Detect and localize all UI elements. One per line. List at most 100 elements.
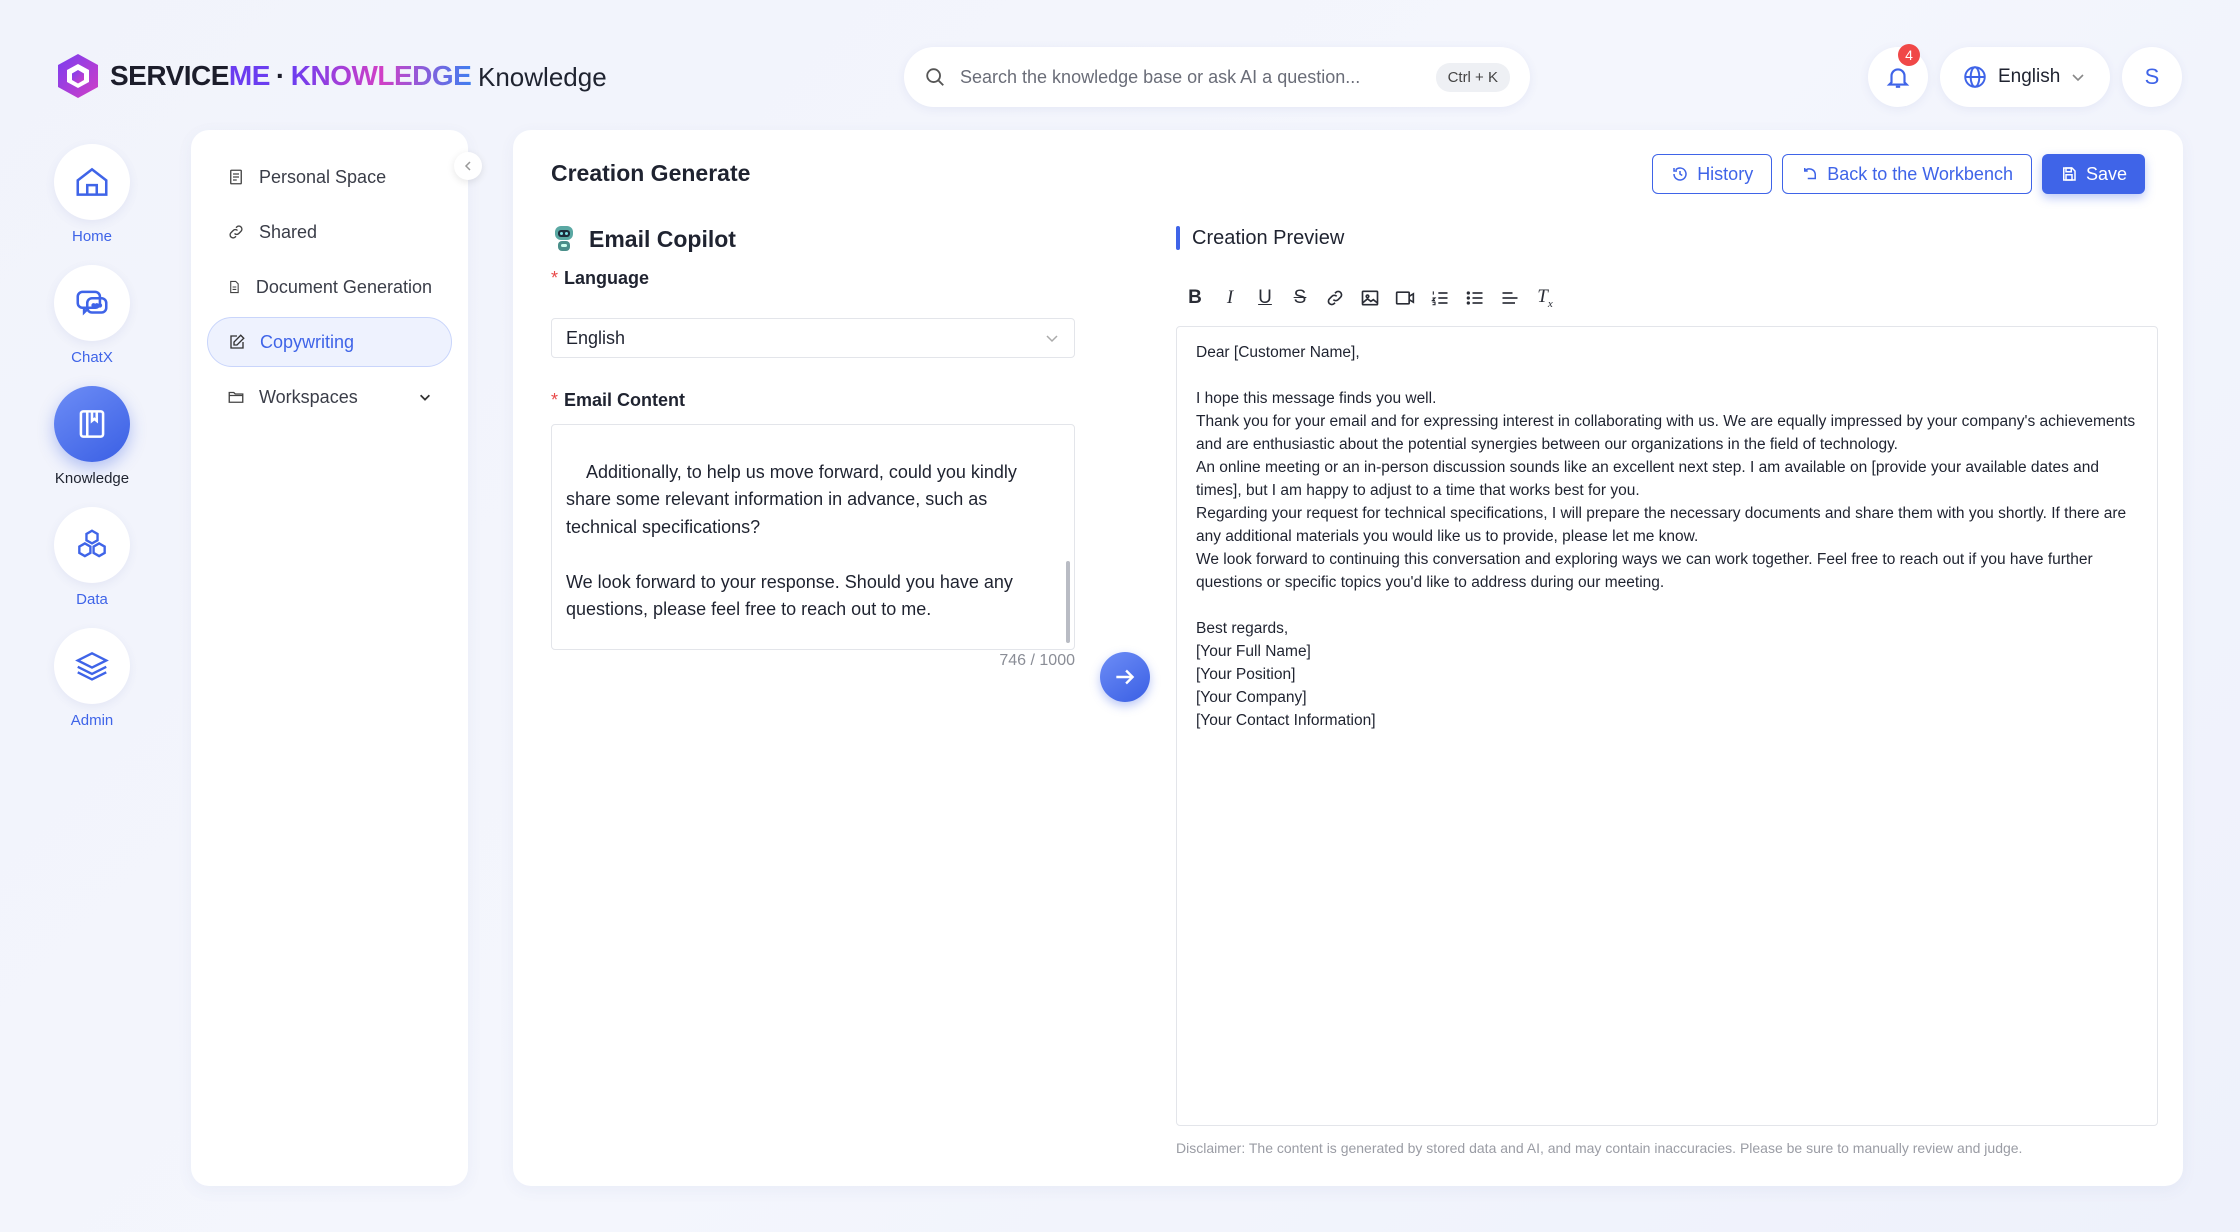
language-field-label: * Language	[551, 268, 649, 289]
clear-format-icon: Tx	[1537, 286, 1553, 310]
rail-item-chatx[interactable]: ChatX	[52, 265, 132, 366]
collapse-sidenav-button[interactable]	[454, 152, 482, 180]
rail-item-home[interactable]: Home	[52, 144, 132, 245]
language-selector[interactable]: English	[1940, 47, 2110, 107]
back-to-workbench-button[interactable]: Back to the Workbench	[1782, 154, 2032, 194]
language-select[interactable]: English	[551, 318, 1075, 358]
preview-heading: Creation Preview	[1176, 226, 1344, 250]
required-mark: *	[551, 390, 559, 410]
rail-item-admin[interactable]: Admin	[52, 628, 132, 729]
language-select-value: English	[566, 327, 626, 348]
book-icon	[79, 410, 105, 438]
preview-line: I hope this message finds you well.	[1196, 390, 1437, 407]
strikethrough-icon: S	[1293, 287, 1307, 308]
creation-panel: Creation Generate History Back to the Wo…	[513, 130, 2183, 1186]
rail-label: Admin	[70, 712, 114, 729]
layers-icon	[75, 652, 109, 681]
required-mark: *	[551, 268, 559, 288]
back-label: Back to the Workbench	[1827, 163, 2013, 184]
robot-icon	[555, 226, 573, 251]
preview-line: An online meeting or an in-person discus…	[1196, 459, 2099, 499]
image-button[interactable]	[1358, 286, 1382, 310]
app-logo[interactable]: SERVICE ME · KNOWLEDGE	[56, 52, 472, 100]
italic-button[interactable]: I	[1218, 286, 1242, 310]
preview-line: [Your Full Name]	[1196, 643, 1311, 660]
user-avatar[interactable]: S	[2122, 47, 2182, 107]
preview-line: [Your Position]	[1196, 666, 1296, 683]
nav-item-label: Document Generation	[255, 276, 432, 297]
nav-item-workspaces[interactable]: Workspaces	[207, 372, 452, 422]
clear-format-button[interactable]: Tx	[1533, 286, 1557, 310]
file-icon	[230, 280, 239, 294]
generate-button[interactable]	[1100, 652, 1150, 702]
save-icon	[2062, 167, 2076, 181]
rail-label: Knowledge	[54, 470, 130, 487]
nav-item-personal-space[interactable]: Personal Space	[207, 152, 452, 202]
chevron-down-icon[interactable]	[418, 390, 432, 404]
disclaimer-text: Disclaimer: The content is generated by …	[1176, 1140, 2023, 1156]
align-left-icon	[1502, 292, 1518, 304]
bullet-list-icon	[1466, 291, 1483, 305]
align-button[interactable]	[1498, 286, 1522, 310]
global-search[interactable]: Ctrl + K	[904, 47, 1530, 107]
hexagons-icon	[78, 529, 106, 558]
ordered-list-button[interactable]	[1428, 286, 1452, 310]
underline-button[interactable]: U	[1253, 286, 1277, 310]
nav-item-label: Workspaces	[259, 386, 358, 407]
preview-line: Dear [Customer Name],	[1196, 344, 1360, 361]
video-icon	[1395, 291, 1415, 305]
strikethrough-button[interactable]: S	[1288, 286, 1312, 310]
notifications-button[interactable]: 4	[1868, 44, 1928, 107]
language-label: English	[1998, 66, 2061, 87]
nav-item-label: Copywriting	[260, 331, 355, 352]
page-title: Creation Generate	[551, 160, 751, 186]
rail-label: Home	[71, 228, 112, 245]
bold-button[interactable]: B	[1183, 286, 1207, 310]
folder-icon	[228, 391, 244, 403]
nav-item-label: Personal Space	[259, 166, 387, 187]
chevron-down-icon	[2072, 74, 2084, 82]
preview-line: [Your Company]	[1196, 689, 1307, 706]
copilot-heading: Email Copilot	[551, 224, 736, 254]
rail-item-data[interactable]: Data	[52, 507, 132, 608]
return-icon	[1804, 168, 1817, 180]
preview-title: Creation Preview	[1192, 226, 1345, 249]
email-content-label-text: Email Content	[564, 390, 686, 410]
preview-editor[interactable]: Dear [Customer Name], I hope this message…	[1176, 326, 2158, 1126]
chevron-down-icon	[1046, 335, 1058, 343]
rail-circle[interactable]	[54, 628, 130, 704]
email-content-field-label: * Email Content	[551, 390, 685, 411]
main-rail: Home ChatX Knowledge Data Admin	[52, 144, 132, 749]
rail-circle[interactable]	[54, 386, 130, 462]
edit-icon	[230, 334, 245, 349]
preview-line: Thank you for your email and for express…	[1196, 413, 2136, 453]
textarea-scrollbar[interactable]	[1066, 561, 1070, 643]
ordered-list-icon	[1431, 291, 1448, 306]
bullet-list-button[interactable]	[1463, 286, 1487, 310]
chevron-left-icon	[464, 161, 471, 171]
rail-circle[interactable]	[54, 265, 130, 341]
history-icon	[1673, 167, 1687, 181]
link-button[interactable]	[1323, 286, 1347, 310]
italic-icon: I	[1226, 287, 1234, 308]
nav-item-shared[interactable]: Shared	[207, 207, 452, 257]
nav-item-copywriting[interactable]: Copywriting	[207, 317, 452, 367]
search-input[interactable]	[960, 66, 1436, 88]
video-button[interactable]	[1393, 286, 1417, 310]
logo-cube-icon	[58, 54, 98, 98]
save-button[interactable]: Save	[2041, 154, 2145, 194]
history-button[interactable]: History	[1652, 154, 1773, 194]
rail-circle[interactable]	[54, 144, 130, 220]
rail-item-knowledge[interactable]: Knowledge	[52, 386, 132, 487]
home-icon	[76, 167, 108, 196]
rail-circle[interactable]	[54, 507, 130, 583]
preview-line: We look forward to continuing this conve…	[1196, 551, 2093, 591]
nav-item-document-generation[interactable]: Document Generation	[207, 262, 452, 312]
image-icon	[1361, 290, 1379, 306]
rail-label: Data	[76, 591, 108, 608]
rail-label: ChatX	[71, 349, 113, 366]
heading-accent-bar	[1176, 226, 1180, 250]
underline-icon: U	[1258, 287, 1272, 308]
history-label: History	[1697, 163, 1754, 184]
email-content-textarea[interactable]: Additionally, to help us move forward, c…	[551, 424, 1075, 650]
